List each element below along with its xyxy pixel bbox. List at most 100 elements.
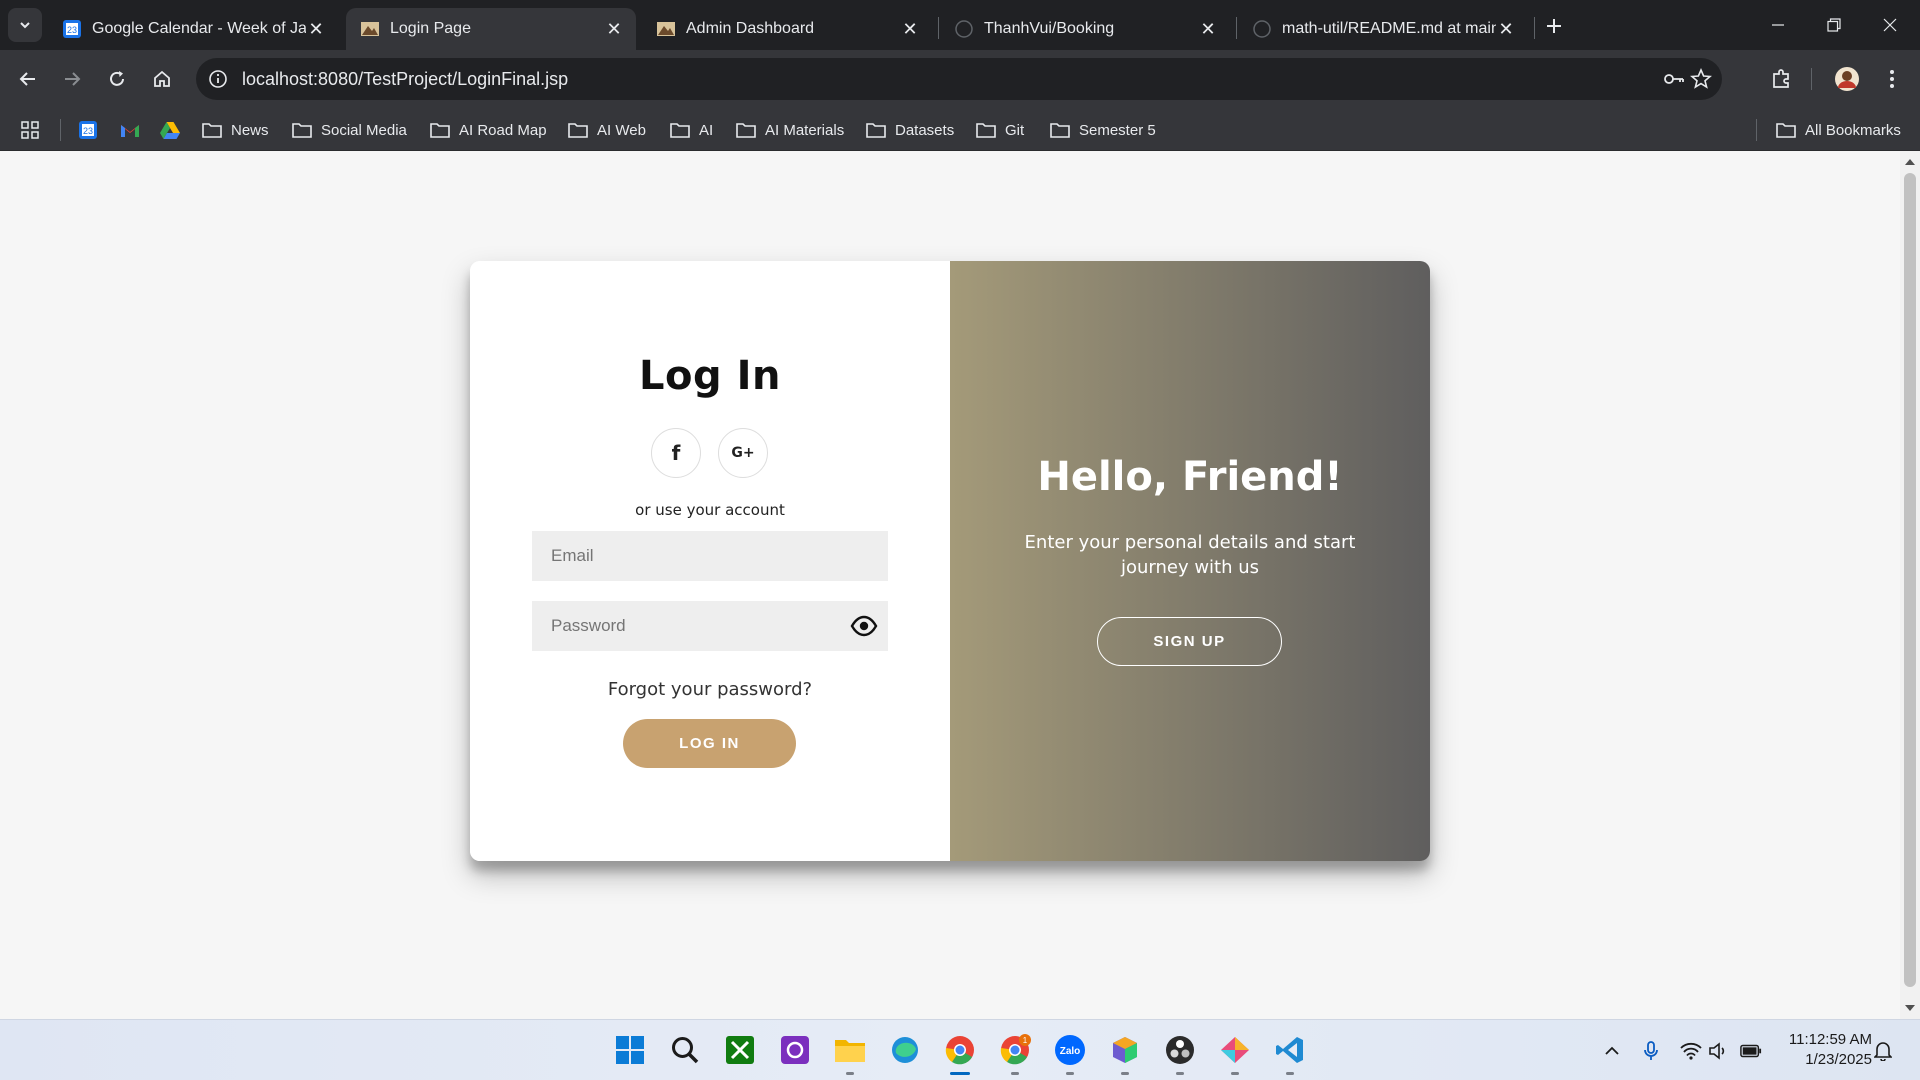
login-form-panel: Log In f G+ or use your account Email Pa… [470,261,950,861]
windows-start-icon[interactable] [612,1032,648,1068]
running-indicator [846,1072,854,1075]
tab-admin-dashboard[interactable]: Admin Dashboard ✕ [642,8,932,50]
signup-button[interactable]: SIGN UP [1097,617,1282,666]
bookmark-folder-semester-5[interactable]: Semester 5 [1050,117,1156,143]
close-window-button[interactable] [1862,0,1918,50]
scroll-down-arrow-icon[interactable] [1905,1005,1915,1011]
bookmark-folder-datasets[interactable]: Datasets [866,117,954,143]
browser-toolbar: localhost:8080/TestProject/LoginFinal.js… [0,50,1920,108]
close-tab-icon[interactable]: ✕ [900,19,920,39]
login-button[interactable]: LOG IN [623,719,796,768]
volume-icon[interactable] [1708,1040,1730,1062]
welcome-panel: Hello, Friend! Enter your personal detai… [950,261,1430,861]
svg-text:Zalo: Zalo [1060,1046,1081,1057]
bookmark-folder-git[interactable]: Git [976,117,1024,143]
scrollbar-thumb[interactable] [1904,173,1916,987]
search-icon[interactable] [667,1032,703,1068]
gem-app-icon[interactable] [1217,1032,1253,1068]
photo-app-icon[interactable] [777,1032,813,1068]
eye-icon[interactable] [850,613,878,639]
bookmark-folder-ai-road-map[interactable]: AI Road Map [430,117,547,143]
running-indicator [1066,1072,1074,1075]
cube-app-icon[interactable] [1107,1032,1143,1068]
svg-text:23: 23 [83,126,93,136]
toolbar-divider [1811,68,1812,90]
reload-button[interactable] [101,63,133,95]
bookmark-label: Social Media [321,121,407,139]
new-tab-button[interactable] [1540,12,1568,40]
close-tab-icon[interactable]: ✕ [306,19,326,39]
welcome-subtitle: Enter your personal details and start jo… [1024,532,1356,578]
arrow-right-icon [65,72,81,86]
system-clock[interactable]: 11:12:59 AM 1/23/2025 [1770,1030,1872,1070]
site-info-icon[interactable] [206,67,230,91]
all-bookmarks-button[interactable]: All Bookmarks [1776,117,1901,143]
tab-github-readme[interactable]: math-util/README.md at main ✕ [1238,8,1528,50]
minimize-icon [1772,24,1784,26]
edge-icon[interactable] [887,1032,923,1068]
bookmark-folder-ai-materials[interactable]: AI Materials [736,117,844,143]
welcome-title: Hello, Friend! [1037,454,1343,500]
tab-title: math-util/README.md at main [1282,20,1496,37]
restore-icon [1827,18,1841,32]
scroll-up-arrow-icon[interactable] [1905,159,1915,165]
restore-button[interactable] [1806,0,1862,50]
avatar-icon [1835,67,1859,91]
close-tab-icon[interactable]: ✕ [1198,19,1218,39]
bookmark-folder-social-media[interactable]: Social Media [292,117,407,143]
bookmark-folder-ai-web[interactable]: AI Web [568,117,646,143]
facebook-login-button[interactable]: f [651,428,701,478]
chevron-up-icon[interactable] [1601,1040,1623,1062]
bookmark-google-drive[interactable] [159,117,181,143]
site-logo-icon [360,19,380,39]
bookmark-gmail[interactable] [119,117,141,143]
tab-search-button[interactable] [8,8,42,42]
password-key-icon[interactable] [1662,67,1686,91]
xbox-icon[interactable] [722,1032,758,1068]
forward-button[interactable] [56,63,88,95]
profile-avatar[interactable] [1831,63,1863,95]
clock-time: 11:12:59 AM [1788,1031,1872,1048]
extensions-button[interactable] [1765,63,1797,95]
notification-bell-icon[interactable] [1872,1040,1894,1062]
google-plus-login-button[interactable]: G+ [718,428,768,478]
url-text: localhost:8080/TestProject/LoginFinal.js… [242,69,569,89]
microphone-icon[interactable] [1640,1040,1662,1062]
login-title: Log In [639,353,781,399]
wifi-icon[interactable] [1680,1040,1702,1062]
chrome-icon[interactable] [942,1032,978,1068]
running-indicator [1286,1072,1294,1075]
vscode-icon[interactable] [1272,1032,1308,1068]
forgot-password-link[interactable]: Forgot your password? [470,679,950,700]
file-explorer-icon[interactable] [832,1032,868,1068]
bookmark-folder-ai[interactable]: AI [670,117,713,143]
bookmark-star-icon[interactable] [1689,67,1713,91]
tab-title: ThanhVui/Booking [984,20,1115,37]
page-scrollbar[interactable] [1900,151,1920,1019]
bookmark-folder-news[interactable]: News [202,117,269,143]
email-placeholder: Email [551,546,594,565]
tab-google-calendar[interactable]: 23 Google Calendar - Week of Janu ✕ [48,8,338,50]
close-tab-icon[interactable]: ✕ [604,19,624,39]
password-field[interactable]: Password [532,601,888,651]
address-bar[interactable]: localhost:8080/TestProject/LoginFinal.js… [196,58,1722,100]
browser-menu-button[interactable] [1876,63,1908,95]
home-button[interactable] [146,63,178,95]
tab-title: Login Page [390,20,471,37]
chrome-profile-icon[interactable]: 1 [997,1032,1033,1068]
apps-grid-button[interactable] [20,117,40,143]
close-tab-icon[interactable]: ✕ [1496,19,1516,39]
battery-icon[interactable] [1740,1040,1762,1062]
zalo-icon[interactable]: Zalo [1052,1032,1088,1068]
active-indicator [950,1072,970,1075]
bookmark-google-calendar[interactable]: 23 [78,117,98,143]
folder-icon [670,123,690,138]
tab-github-booking[interactable]: ThanhVui/Booking ✕ [940,8,1230,50]
obs-icon[interactable] [1162,1032,1198,1068]
minimize-button[interactable] [1750,0,1806,50]
back-button[interactable] [12,63,44,95]
tab-login-page[interactable]: Login Page ✕ [346,8,636,50]
folder-icon [568,123,588,138]
email-field[interactable]: Email [532,531,888,581]
puzzle-icon [1773,69,1789,88]
